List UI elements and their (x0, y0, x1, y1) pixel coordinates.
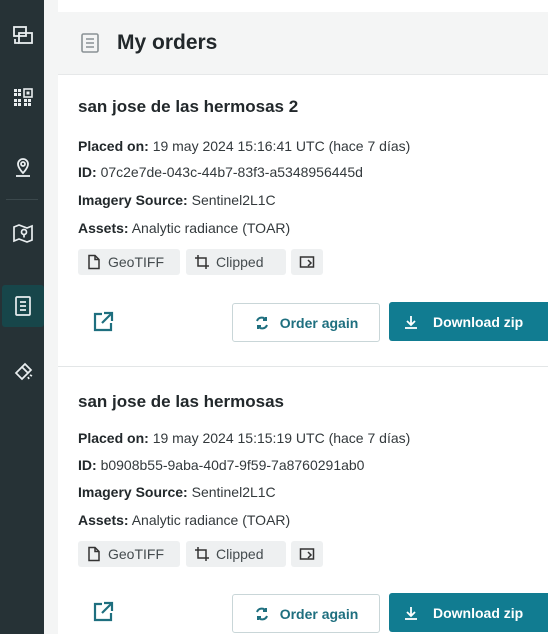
refresh-icon (255, 316, 268, 329)
chip-label: GeoTIFF (108, 546, 165, 562)
order-title: san jose de las hermosas 2 (78, 97, 299, 116)
chip-label: GeoTIFF (108, 254, 165, 270)
order-title: san jose de las hermosas (78, 392, 284, 411)
chip-geotiff: GeoTIFF (78, 249, 180, 275)
file-icon (88, 546, 100, 562)
order-id: ID: b0908b55-9aba-40d7-9f59-7a8760291ab0 (78, 457, 364, 473)
sidebar-divider (6, 199, 38, 200)
order-assets: Assets: Analytic radiance (TOAR) (78, 220, 290, 236)
crop-icon (195, 255, 209, 269)
sidebar (0, 0, 44, 634)
orders-list-icon (15, 296, 31, 316)
refresh-icon (255, 607, 268, 620)
download-label: Download zip (433, 604, 524, 621)
download-zip-button[interactable]: Download zip (389, 593, 548, 632)
id-value: 07c2e7de-043c-44b7-83f3-a5348956445d (100, 164, 363, 180)
panel-header: My orders (58, 12, 548, 75)
assets-value: Analytic radiance (TOAR) (131, 512, 291, 528)
placed-label: Placed on: (78, 138, 149, 154)
placed-value: 19 may 2024 15:16:41 UTC (hace 7 días) (152, 138, 411, 154)
download-zip-button[interactable]: Download zip (389, 302, 548, 341)
order-again-button[interactable]: Order again (232, 303, 380, 342)
download-icon (405, 606, 417, 620)
assets-label: Assets: (78, 512, 129, 528)
order-again-button[interactable]: Order again (232, 594, 380, 633)
order-id: ID: 07c2e7de-043c-44b7-83f3-a5348956445d (78, 164, 363, 180)
chip-clipped: Clipped (186, 249, 286, 275)
grid-button[interactable] (2, 77, 44, 119)
id-label: ID: (78, 164, 97, 180)
placed-label: Placed on: (78, 430, 149, 446)
id-label: ID: (78, 457, 97, 473)
image-icon (299, 548, 315, 560)
chip-label: Clipped (216, 254, 264, 270)
page-title: My orders (117, 31, 218, 54)
order-assets: Assets: Analytic radiance (TOAR) (78, 512, 290, 528)
external-link-icon (93, 601, 114, 622)
order-again-label: Order again (279, 605, 359, 622)
layers-icon (13, 26, 33, 44)
layers-button[interactable] (2, 15, 44, 57)
order-placed: Placed on: 19 may 2024 15:16:41 UTC (hac… (78, 138, 410, 154)
id-value: b0908b55-9aba-40d7-9f59-7a8760291ab0 (100, 457, 365, 473)
map-button[interactable] (2, 212, 44, 254)
satellite-icon (14, 362, 33, 381)
crop-icon (195, 547, 209, 561)
order-separator (58, 366, 548, 367)
order-placed: Placed on: 19 may 2024 15:15:19 UTC (hac… (78, 430, 410, 446)
open-external-button[interactable] (91, 310, 115, 334)
order-source: Imagery Source: Sentinel2L1C (78, 484, 276, 500)
qr-grid-icon (14, 88, 33, 106)
source-value: Sentinel2L1C (191, 192, 276, 208)
image-icon (299, 256, 315, 268)
receipt-icon (81, 33, 99, 53)
assets-value: Analytic radiance (TOAR) (131, 220, 291, 236)
source-label: Imagery Source: (78, 484, 188, 500)
assets-label: Assets: (78, 220, 129, 236)
map-pin-icon (13, 224, 33, 243)
chip-label: Clipped (216, 546, 264, 562)
location-pin-icon (16, 158, 30, 177)
open-external-button[interactable] (91, 600, 115, 624)
orders-panel: My orders san jose de las hermosas 2 Pla… (58, 0, 548, 634)
download-label: Download zip (433, 313, 524, 330)
satellite-button[interactable] (2, 351, 44, 393)
order-source: Imagery Source: Sentinel2L1C (78, 192, 276, 208)
download-icon (405, 315, 417, 329)
external-link-icon (93, 311, 114, 332)
placed-value: 19 may 2024 15:15:19 UTC (hace 7 días) (152, 430, 411, 446)
chip-image (291, 541, 323, 567)
location-button[interactable] (2, 146, 44, 188)
sidebar-gutter (44, 0, 58, 634)
chip-image (291, 249, 323, 275)
order-again-label: Order again (279, 314, 359, 331)
chip-clipped: Clipped (186, 541, 286, 567)
file-icon (88, 254, 100, 270)
source-value: Sentinel2L1C (191, 484, 276, 500)
orders-button[interactable] (2, 285, 44, 327)
source-label: Imagery Source: (78, 192, 188, 208)
chip-geotiff: GeoTIFF (78, 541, 180, 567)
